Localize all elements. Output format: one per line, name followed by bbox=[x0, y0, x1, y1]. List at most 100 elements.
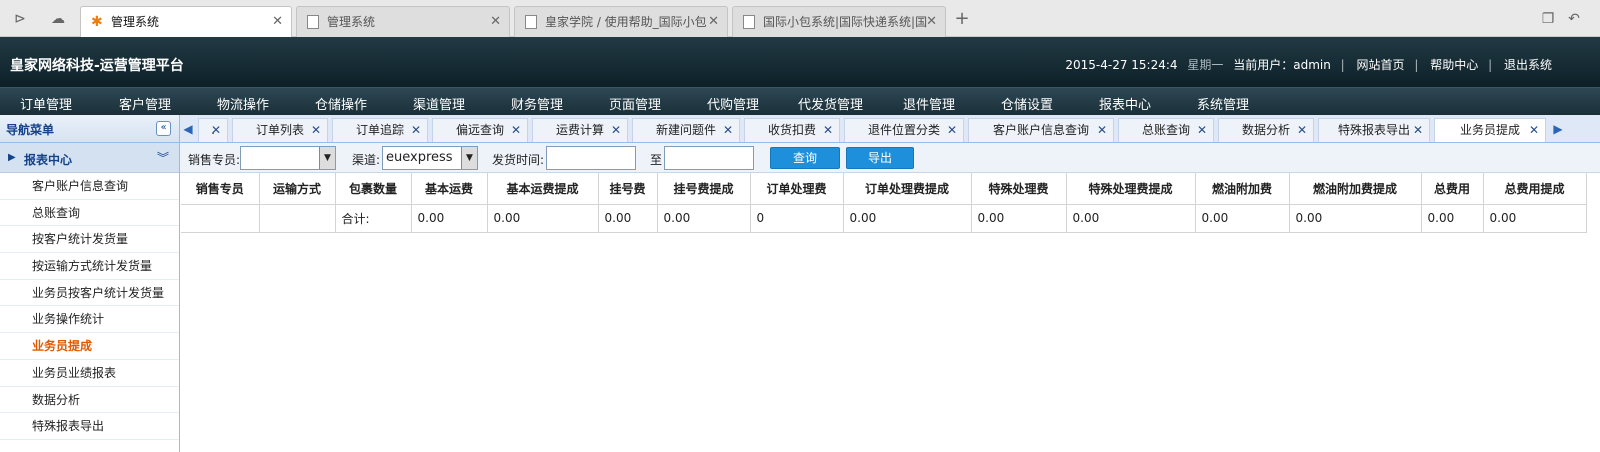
date-from-input[interactable] bbox=[546, 146, 636, 170]
browser-tab-label: 国际小包系统|国际快递系统|国 bbox=[763, 15, 928, 29]
close-icon[interactable]: ✕ bbox=[708, 7, 719, 37]
close-icon[interactable]: ✕ bbox=[1097, 119, 1107, 142]
table-cell bbox=[259, 204, 336, 233]
sidebar-item[interactable]: 数据分析 bbox=[0, 387, 179, 414]
logout-link[interactable]: 退出系统 bbox=[1504, 58, 1552, 72]
menu-item-orders[interactable]: 订单管理 bbox=[20, 94, 72, 113]
table-cell: 0.00 bbox=[1289, 204, 1422, 233]
column-header: 基本运费 bbox=[411, 173, 488, 205]
current-user-label: 当前用户： bbox=[1233, 58, 1294, 72]
tab-order-list[interactable]: 订单列表 ✕ bbox=[232, 118, 328, 142]
tab-remote-query[interactable]: 偏远查询 ✕ bbox=[432, 118, 528, 142]
sidebar-item[interactable]: 特殊报表导出 bbox=[0, 413, 179, 440]
tab-customer-account[interactable]: 客户账户信息查询 ✕ bbox=[968, 118, 1114, 142]
undo-icon[interactable]: ↶ bbox=[1566, 11, 1582, 27]
salesperson-select[interactable]: ▼ bbox=[240, 146, 336, 170]
sidebar-section-reports[interactable]: ▶ 报表中心 ︾ bbox=[0, 143, 179, 173]
close-icon[interactable]: ✕ bbox=[511, 119, 521, 142]
tab-truncated[interactable]: . ✕ bbox=[198, 118, 228, 142]
table-cell: 0.00 bbox=[1483, 204, 1587, 233]
tab-label: 客户账户信息查询 bbox=[992, 123, 1089, 137]
collapse-sidebar-icon[interactable]: « bbox=[156, 121, 171, 136]
sidebar-item[interactable]: 客户账户信息查询 bbox=[0, 173, 179, 200]
tab-receive-deduction[interactable]: 收货扣费 ✕ bbox=[744, 118, 840, 142]
sidebar-item[interactable]: 按运输方式统计发货量 bbox=[0, 253, 179, 280]
menu-item-warehouse-settings[interactable]: 仓储设置 bbox=[1001, 94, 1053, 113]
close-icon[interactable]: ✕ bbox=[723, 119, 733, 142]
restore-tabs-icon[interactable]: ❐ bbox=[1540, 11, 1556, 27]
sidebar-item[interactable]: 业务员提成 bbox=[0, 333, 179, 360]
close-icon[interactable]: ✕ bbox=[490, 7, 501, 37]
close-icon[interactable]: ✕ bbox=[1529, 119, 1539, 142]
close-icon[interactable]: ✕ bbox=[926, 7, 937, 37]
column-header: 销售专员 bbox=[181, 173, 260, 205]
query-button[interactable]: 查询 bbox=[770, 147, 840, 169]
menu-item-dropship[interactable]: 代发货管理 bbox=[798, 94, 863, 113]
sidebar: 导航菜单 « ▶ 报表中心 ︾ 客户账户信息查询 总账查询 按客户统计发货量 按运输方… bbox=[0, 115, 180, 452]
sidebar-item[interactable]: 按客户统计发货量 bbox=[0, 226, 179, 254]
close-icon[interactable]: ✕ bbox=[1297, 119, 1307, 142]
menu-item-customers[interactable]: 客户管理 bbox=[119, 94, 171, 113]
export-button[interactable]: 导出 bbox=[846, 147, 914, 169]
close-icon[interactable]: ✕ bbox=[611, 119, 621, 142]
menu-item-warehouse-ops[interactable]: 仓储操作 bbox=[315, 94, 367, 113]
tab-data-analysis[interactable]: 数据分析 ✕ bbox=[1218, 118, 1314, 142]
table-body: 合计: 0.00 0.00 0.00 0.00 0 0.00 0.00 0.00 0.00 0.00… bbox=[181, 204, 1587, 233]
channel-select[interactable]: euexpress ▼ bbox=[382, 146, 478, 170]
new-tab-icon[interactable]: + bbox=[954, 10, 970, 28]
menu-item-pages[interactable]: 页面管理 bbox=[609, 94, 661, 113]
close-icon[interactable]: ✕ bbox=[1413, 119, 1423, 142]
tab-order-tracking[interactable]: 订单追踪 ✕ bbox=[332, 118, 428, 142]
divider: | bbox=[1414, 58, 1419, 72]
close-icon[interactable]: ✕ bbox=[1197, 119, 1207, 142]
cloud-icon[interactable]: ☁ bbox=[50, 11, 66, 27]
tab-return-location[interactable]: 退件位置分类 ✕ bbox=[844, 118, 964, 142]
chevron-down-icon[interactable]: ▼ bbox=[461, 147, 477, 169]
tab-freight-calc[interactable]: 运费计算 ✕ bbox=[532, 118, 628, 142]
date-to-input[interactable] bbox=[664, 146, 754, 170]
tab-new-issue[interactable]: 新建问题件 ✕ bbox=[632, 118, 740, 142]
menu-item-logistics[interactable]: 物流操作 bbox=[217, 94, 269, 113]
close-icon[interactable]: ✕ bbox=[311, 119, 321, 142]
column-header: 挂号费提成 bbox=[657, 173, 751, 205]
browser-tab-4[interactable]: 国际小包系统|国际快递系统|国 ✕ bbox=[732, 6, 946, 37]
column-header: 总费用 bbox=[1421, 173, 1484, 205]
close-icon[interactable]: ✕ bbox=[411, 119, 421, 142]
menu-item-returns[interactable]: 退件管理 bbox=[903, 94, 955, 113]
tab-label: 新建问题件 bbox=[655, 123, 716, 137]
table-cell: 0 bbox=[750, 204, 844, 233]
browser-tab-3[interactable]: 皇家学院 / 使用帮助_国际小包 ✕ bbox=[514, 6, 728, 37]
menu-item-system[interactable]: 系统管理 bbox=[1197, 94, 1249, 113]
close-icon[interactable]: ✕ bbox=[272, 7, 283, 37]
menu-item-channels[interactable]: 渠道管理 bbox=[413, 94, 465, 113]
tab-label: 数据分析 bbox=[1241, 123, 1290, 137]
tab-salesperson-commission[interactable]: 业务员提成 ✕ bbox=[1434, 118, 1546, 142]
scroll-left-icon[interactable]: ◀ bbox=[182, 121, 194, 137]
help-link[interactable]: 帮助中心 bbox=[1430, 58, 1478, 72]
menu-item-reports[interactable]: 报表中心 bbox=[1099, 94, 1151, 113]
menu-item-finance[interactable]: 财务管理 bbox=[511, 94, 563, 113]
close-icon[interactable]: ✕ bbox=[211, 119, 221, 142]
browser-tab-2[interactable]: 管理系统 ✕ bbox=[296, 6, 510, 37]
close-icon[interactable]: ✕ bbox=[823, 119, 833, 142]
column-header: 特殊处理费提成 bbox=[1066, 173, 1196, 205]
tab-ledger[interactable]: 总账查询 ✕ bbox=[1118, 118, 1214, 142]
sidebar-item[interactable]: 业务操作统计 bbox=[0, 306, 179, 334]
channel-value: euexpress bbox=[386, 150, 453, 165]
browser-tab-1[interactable]: ✱ 管理系统 ✕ bbox=[80, 6, 292, 38]
home-link[interactable]: 网站首页 bbox=[1357, 58, 1405, 72]
browser-tab-label: 管理系统 bbox=[327, 15, 376, 29]
scroll-right-icon[interactable]: ▶ bbox=[1552, 121, 1564, 137]
menu-item-purchasing[interactable]: 代购管理 bbox=[707, 94, 759, 113]
sidebar-item[interactable]: 业务员按客户统计发货量 bbox=[0, 280, 179, 307]
chevron-down-icon[interactable]: ︾ bbox=[157, 149, 169, 166]
chevron-down-icon[interactable]: ▼ bbox=[319, 147, 335, 169]
table-cell: 0.00 bbox=[1195, 204, 1290, 233]
sidebar-toggle-icon[interactable]: ⊳ bbox=[12, 11, 28, 27]
sidebar-item[interactable]: 业务员业绩报表 bbox=[0, 360, 179, 387]
sidebar-item[interactable]: 总账查询 bbox=[0, 200, 179, 227]
app-favicon-icon: ✱ bbox=[91, 14, 103, 30]
tab-special-export[interactable]: 特殊报表导出 ✕ bbox=[1318, 118, 1430, 142]
close-icon[interactable]: ✕ bbox=[947, 119, 957, 142]
table-cell: 0.00 bbox=[971, 204, 1067, 233]
